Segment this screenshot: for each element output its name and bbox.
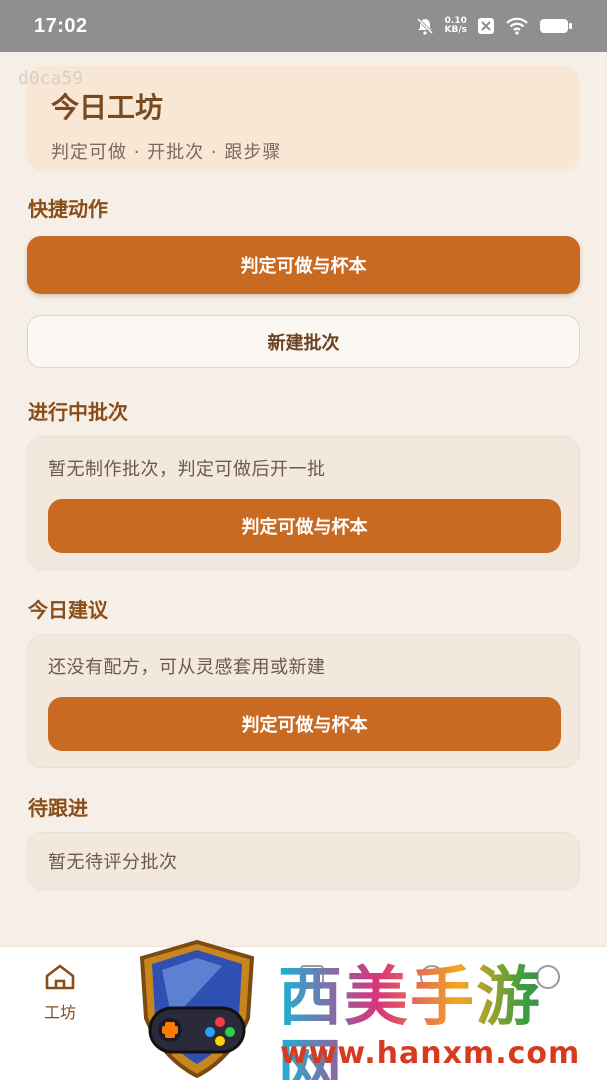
mute-bell-icon	[415, 16, 435, 36]
status-icons: 0.10 KB/s	[415, 16, 573, 36]
status-bar: 17:02 0.10 KB/s	[0, 0, 607, 52]
new-batch-button[interactable]: 新建批次	[27, 315, 580, 368]
section-title-quick-actions: 快捷动作	[28, 197, 108, 221]
in-progress-empty-text: 暂无制作批次，判定可做后开一批	[48, 459, 326, 480]
suggestions-judge-button[interactable]: 判定可做与杯本	[48, 697, 561, 751]
follow-up-empty-text: 暂无待评分批次	[48, 852, 178, 873]
nav-label-workshop: 工坊	[43, 1003, 76, 1022]
suggestions-empty-text: 还没有配方，可从灵感套用或新建	[48, 657, 326, 678]
net-speed-unit: KB/s	[444, 25, 467, 35]
follow-up-panel: 暂无待评分批次	[27, 832, 580, 890]
page-title: 今日工坊	[51, 91, 164, 124]
section-title-suggestions: 今日建议	[28, 598, 108, 622]
page-subtitle: 判定可做 · 开批次 · 跟步骤	[51, 142, 282, 163]
status-time: 17:02	[34, 14, 88, 37]
nav-item-workshop[interactable]: 工坊	[20, 963, 100, 1023]
battery-icon	[539, 17, 573, 35]
in-progress-panel: 暂无制作批次，判定可做后开一批 判定可做与杯本	[27, 436, 580, 570]
wifi-icon	[505, 17, 529, 35]
net-speed: 0.10 KB/s	[445, 17, 467, 35]
suggestions-panel: 还没有配方，可从灵感套用或新建 判定可做与杯本	[27, 634, 580, 768]
close-box-icon	[477, 17, 495, 35]
hero-card: 今日工坊 判定可做 · 开批次 · 跟步骤	[27, 66, 580, 172]
section-title-follow-up: 待跟进	[28, 796, 88, 820]
judge-cup-button[interactable]: 判定可做与杯本	[27, 236, 580, 294]
gamepad-shield-logo	[132, 939, 262, 1080]
watermark-id: d0ca59	[18, 68, 84, 89]
in-progress-judge-button[interactable]: 判定可做与杯本	[48, 499, 561, 553]
section-title-in-progress: 进行中批次	[28, 400, 128, 424]
site-url-watermark: www.hanxm.com	[280, 1036, 581, 1071]
home-icon	[43, 963, 77, 995]
